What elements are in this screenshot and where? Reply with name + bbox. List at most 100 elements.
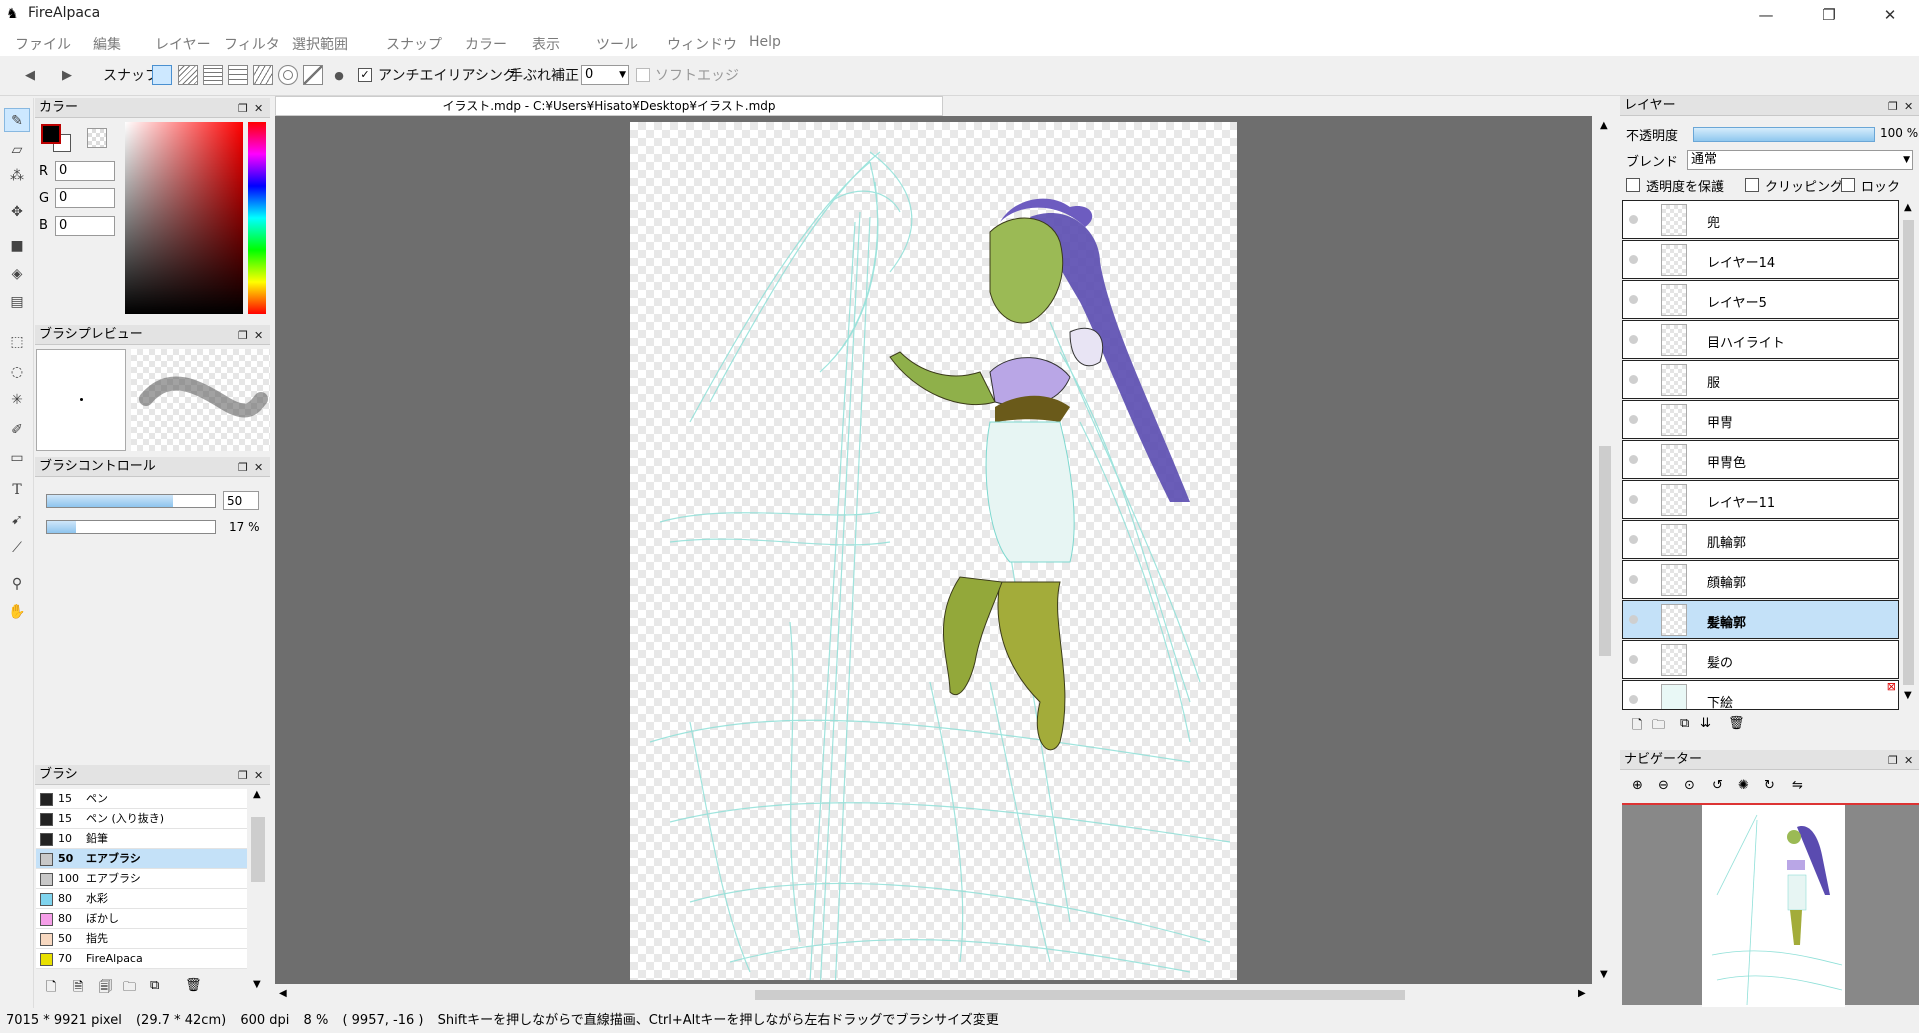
menu-help[interactable]: Help — [749, 34, 781, 50]
divide-tool-icon[interactable]: ⟋ — [4, 536, 30, 560]
visibility-icon[interactable] — [1629, 375, 1638, 384]
visibility-icon[interactable] — [1629, 495, 1638, 504]
document-tab[interactable]: イラスト.mdp - C:¥Users¥Hisato¥Desktop¥イラスト.… — [275, 96, 943, 116]
scroll-down-icon[interactable]: ▼ — [1904, 690, 1912, 701]
scroll-up-icon[interactable]: ▲ — [1600, 120, 1608, 131]
restore-button[interactable]: ❐ — [1806, 0, 1852, 30]
brush-size-field[interactable]: 50 — [223, 491, 259, 510]
visibility-icon[interactable] — [1629, 335, 1638, 344]
snap-radial-icon[interactable] — [253, 65, 273, 85]
layer-list-scrollbar[interactable]: ▲ ▼ — [1900, 200, 1917, 705]
scroll-right-icon[interactable]: ▶ — [1578, 988, 1586, 999]
snap-parallel-icon[interactable] — [178, 65, 198, 85]
clipping-checkbox[interactable] — [1745, 178, 1759, 192]
menu-window[interactable]: ウィンドウ — [667, 34, 737, 54]
layer-row[interactable]: 髪の — [1622, 640, 1899, 679]
layer-row[interactable]: 甲冑 — [1622, 400, 1899, 439]
float-icon[interactable]: ❐ — [1888, 751, 1898, 771]
layer-row[interactable]: 服 — [1622, 360, 1899, 399]
primary-color-swatch[interactable] — [41, 124, 61, 144]
undo-icon[interactable]: ◀ — [20, 66, 40, 86]
brush-item[interactable]: 15 ペン (入り抜き) — [36, 809, 247, 829]
visibility-icon[interactable] — [1629, 695, 1638, 704]
new-brush-icon[interactable]: 🗋 — [46, 978, 56, 1000]
b-field[interactable]: 0 — [55, 216, 115, 236]
snap-off-icon[interactable] — [152, 65, 172, 85]
merge-down-icon[interactable]: ⇊ — [1700, 716, 1711, 731]
menu-layer[interactable]: レイヤー — [155, 34, 211, 54]
brush-item[interactable]: 10 鉛筆 — [36, 829, 247, 849]
brush-item-selected[interactable]: 50 エアブラシ — [36, 849, 247, 869]
menu-edit[interactable]: 編集 — [93, 34, 121, 54]
brush-list-scrollbar[interactable]: ▲ ▼ — [248, 789, 268, 994]
canvas-vertical-scrollbar[interactable]: ▲ ▼ — [1596, 116, 1614, 984]
close-icon[interactable]: ✕ — [254, 99, 263, 119]
scroll-left-icon[interactable]: ◀ — [279, 988, 287, 999]
scroll-thumb[interactable] — [251, 817, 265, 882]
menu-tool[interactable]: ツール — [596, 34, 638, 54]
layer-row[interactable]: レイヤー11 — [1622, 480, 1899, 519]
text-tool-icon[interactable]: T — [4, 478, 30, 502]
r-field[interactable]: 0 — [55, 161, 115, 181]
menu-snap[interactable]: スナップ — [386, 34, 442, 54]
gradient-tool-icon[interactable]: ▤ — [4, 290, 30, 314]
zoom-out-icon[interactable]: ⊖ — [1658, 778, 1669, 793]
rotate-left-icon[interactable]: ↺ — [1712, 778, 1723, 793]
blend-select[interactable]: 通常 ▼ — [1687, 150, 1913, 170]
visibility-icon[interactable] — [1629, 535, 1638, 544]
float-icon[interactable]: ❐ — [238, 766, 248, 786]
transparent-color-swatch[interactable] — [87, 128, 107, 148]
move-tool-icon[interactable]: ✥ — [4, 200, 30, 224]
visibility-icon[interactable] — [1629, 255, 1638, 264]
g-field[interactable]: 0 — [55, 188, 115, 208]
snap-3d-icon[interactable]: ● — [329, 66, 349, 86]
visibility-icon[interactable] — [1629, 415, 1638, 424]
brush-item[interactable]: 80 ぼかし — [36, 909, 247, 929]
softedge-checkbox[interactable] — [636, 68, 650, 82]
minimize-button[interactable]: — — [1743, 0, 1789, 30]
antialias-checkbox[interactable]: ✓ — [358, 68, 372, 82]
visibility-icon[interactable] — [1629, 455, 1638, 464]
magic-wand-tool-icon[interactable]: ✳ — [4, 388, 30, 412]
snap-curve-icon[interactable] — [303, 65, 323, 85]
new-layer-icon[interactable]: 🗋 — [1632, 716, 1642, 738]
scroll-down-icon[interactable]: ▼ — [1600, 969, 1608, 980]
brush-settings-icon[interactable]: 🗎 — [73, 978, 83, 1000]
snap-circle-icon[interactable] — [278, 65, 298, 85]
snap-cross-icon[interactable] — [228, 65, 248, 85]
bucket-tool-icon[interactable]: ◈ — [4, 262, 30, 286]
eraser-tool-icon[interactable]: ▱ — [4, 138, 30, 162]
duplicate-brush-icon[interactable]: ⧉ — [150, 978, 159, 993]
protect-alpha-checkbox[interactable] — [1626, 178, 1640, 192]
lasso-tool-icon[interactable]: ◌ — [4, 360, 30, 384]
layer-row[interactable]: レイヤー14 — [1622, 240, 1899, 279]
canvas-horizontal-scrollbar[interactable]: ◀ ▶ — [275, 986, 1595, 1004]
layer-row[interactable]: レイヤー5 — [1622, 280, 1899, 319]
select-eraser-tool-icon[interactable]: ▭ — [4, 446, 30, 470]
eyedropper-tool-icon[interactable]: ⚲ — [4, 572, 30, 596]
layer-row[interactable]: 下絵 ⊠ — [1622, 680, 1899, 710]
float-icon[interactable]: ❐ — [1888, 97, 1898, 117]
snap-grid-icon[interactable] — [203, 65, 223, 85]
close-icon[interactable]: ✕ — [1904, 97, 1913, 117]
close-icon[interactable]: ✕ — [1904, 751, 1913, 771]
brush-item[interactable]: 50 指先 — [36, 929, 247, 949]
hue-slider[interactable] — [248, 122, 266, 314]
layer-row[interactable]: 肌輪郭 — [1622, 520, 1899, 559]
zoom-in-icon[interactable]: ⊕ — [1632, 778, 1643, 793]
close-icon[interactable]: ✕ — [254, 458, 263, 478]
new-folder-icon[interactable]: 🗀 — [1652, 716, 1665, 738]
saturation-value-picker[interactable] — [125, 122, 243, 314]
menu-color[interactable]: カラー — [465, 34, 507, 54]
brush-opacity-slider[interactable] — [46, 520, 216, 534]
select-rect-tool-icon[interactable]: ⬚ — [4, 330, 30, 354]
scroll-up-icon[interactable]: ▲ — [1904, 202, 1912, 213]
drawing-canvas[interactable] — [630, 122, 1237, 993]
brush-item[interactable]: 70 FireAlpaca — [36, 949, 247, 969]
scroll-thumb[interactable] — [1903, 220, 1914, 685]
brush-item[interactable]: 15 ペン — [36, 789, 247, 809]
layer-row-selected[interactable]: 髪輪郭 — [1622, 600, 1899, 639]
operation-tool-icon[interactable]: ➹ — [4, 508, 30, 532]
float-icon[interactable]: ❐ — [238, 458, 248, 478]
visibility-icon[interactable] — [1629, 215, 1638, 224]
